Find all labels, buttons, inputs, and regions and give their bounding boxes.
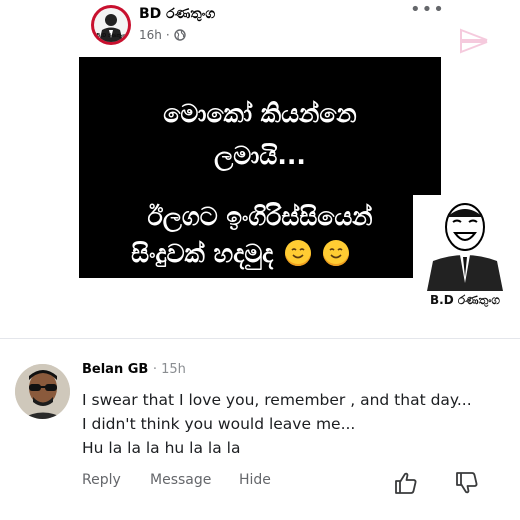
divider — [0, 338, 520, 339]
comment-time[interactable]: 15h — [161, 362, 186, 377]
page-name[interactable]: BD රණතුංග — [139, 6, 215, 22]
more-icon[interactable]: ••• — [410, 1, 444, 22]
meme-line-4: සිංදුවක් හදමුද — [131, 239, 274, 268]
thumbs-down-icon[interactable] — [454, 470, 480, 496]
meme-line-2: ලමායි... — [214, 141, 306, 170]
avatar-label: B.D රණතුංග — [96, 33, 126, 39]
meme-line-1: මොකෝ කියන්නෙ — [163, 99, 357, 128]
message-button[interactable]: Message — [150, 472, 211, 488]
grinning-face-emoji — [322, 240, 349, 266]
comment-text: I swear that I love you, remember , and … — [82, 391, 472, 457]
globe-icon — [174, 29, 186, 41]
sticker-caption: B.D රණතුංග — [430, 293, 500, 307]
page-avatar[interactable]: B.D රණතුංග — [91, 5, 131, 45]
post-time[interactable]: 16h — [139, 28, 162, 42]
laughing-man-icon — [427, 203, 503, 291]
watermark-icon — [457, 26, 491, 56]
meme-line-3: ඊලගට ඉංගිරිස්සියෙන් — [147, 202, 373, 231]
grinning-face-emoji — [285, 240, 312, 266]
comment-time-separator: · — [152, 362, 162, 377]
post-meta: 16h · — [139, 28, 186, 42]
meme-image[interactable]: මොකෝ කියන්නෙ ලමායි... ඊලගට ඉංගිරිස්සියෙන… — [79, 57, 441, 278]
hide-button[interactable]: Hide — [239, 472, 271, 488]
thumbs-up-icon[interactable] — [393, 470, 419, 496]
comment-header: Belan GB · 15h — [82, 362, 186, 377]
commenter-avatar[interactable] — [15, 364, 70, 419]
meme-line-4-wrap: සිංදුවක් හදමුද — [39, 239, 441, 269]
post-header: B.D රණතුංග BD රණතුංග 16h · ••• — [0, 0, 520, 50]
laughing-man-sticker: B.D රණතුංග — [413, 195, 517, 320]
dot-separator: · — [165, 28, 170, 42]
reply-button[interactable]: Reply — [82, 472, 121, 488]
commenter-name[interactable]: Belan GB — [82, 362, 148, 377]
